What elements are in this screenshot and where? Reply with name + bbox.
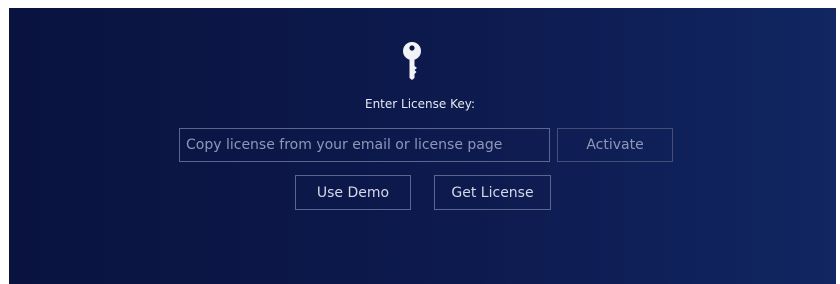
use-demo-button[interactable]: Use Demo <box>295 175 411 210</box>
activate-button[interactable]: Activate <box>557 128 673 162</box>
license-prompt-label: Enter License Key: <box>364 97 475 111</box>
get-license-button[interactable]: Get License <box>434 175 551 210</box>
key-icon <box>403 42 421 80</box>
license-key-input[interactable] <box>179 128 550 162</box>
